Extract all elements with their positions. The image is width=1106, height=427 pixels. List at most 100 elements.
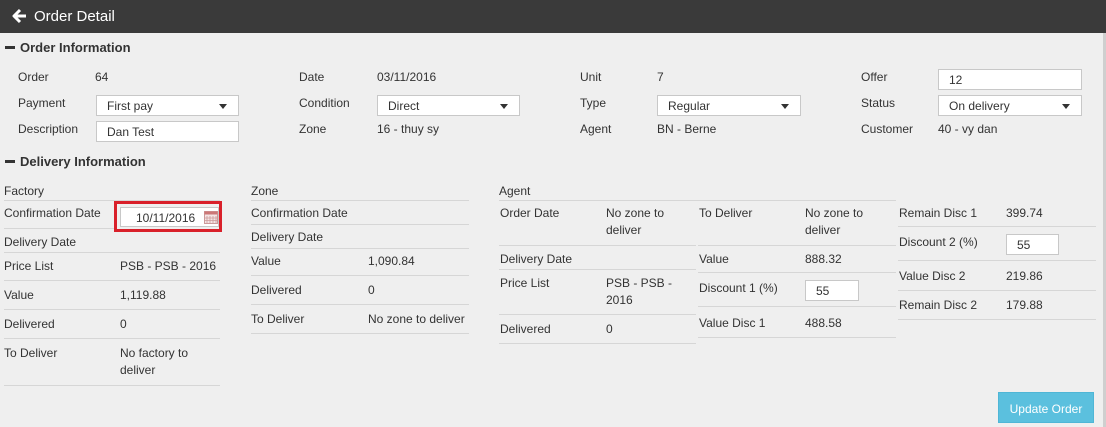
zone-delivered-label: Delivered — [251, 283, 302, 297]
agent-delivered-label: Delivered — [500, 322, 551, 336]
factory-to-deliver-label: To Deliver — [4, 346, 58, 360]
divider — [499, 269, 696, 270]
unit-value: 7 — [657, 70, 664, 84]
agent-order-date-value-line2: deliver — [606, 223, 642, 237]
status-select[interactable]: On delivery — [938, 95, 1082, 116]
agent-delivery-date-label: Delivery Date — [500, 252, 573, 266]
delivery-information-heading[interactable]: Delivery Information — [5, 154, 146, 169]
type-select[interactable]: Regular — [657, 95, 801, 116]
divider — [4, 309, 220, 310]
chevron-down-icon — [219, 104, 227, 109]
factory-price-list-label: Price List — [4, 259, 54, 273]
value-disc2-label: Value Disc 2 — [899, 269, 966, 283]
description-input[interactable]: Dan Test — [96, 121, 239, 142]
zone-confirmation-date-label: Confirmation Date — [251, 206, 348, 220]
divider — [898, 226, 1096, 227]
divider — [499, 200, 896, 201]
status-label: Status — [861, 96, 896, 110]
agent-order-date-label: Order Date — [500, 206, 560, 220]
zone-value-label: Value — [251, 254, 281, 268]
factory-to-deliver-value-line2: deliver — [120, 363, 156, 377]
chevron-down-icon — [500, 104, 508, 109]
agent-order-date-value-line1: No zone to — [606, 206, 665, 220]
agent-to-deliver-value-line2: deliver — [805, 223, 841, 237]
date-value: 03/11/2016 — [377, 70, 437, 84]
arrow-left-icon[interactable] — [12, 8, 28, 24]
divider — [698, 272, 896, 273]
value-disc1-label: Value Disc 1 — [699, 316, 766, 330]
chevron-down-icon — [781, 104, 789, 109]
divider — [251, 224, 469, 225]
divider — [499, 343, 696, 344]
divider — [251, 333, 469, 334]
agent-value: BN - Berne — [657, 122, 717, 136]
factory-to-deliver-value-line1: No factory to — [120, 346, 189, 360]
factory-value-value: 1,119.88 — [120, 288, 166, 302]
agent-label: Agent — [580, 122, 612, 136]
factory-delivered-label: Delivered — [4, 317, 55, 331]
discount2-label: Discount 2 (%) — [899, 235, 978, 249]
calendar-icon[interactable] — [204, 211, 218, 224]
zone-label: Zone — [299, 122, 327, 136]
status-selected-value: On delivery — [949, 99, 1010, 113]
order-label: Order — [18, 70, 49, 84]
remain-disc1-label: Remain Disc 1 — [899, 206, 978, 220]
header-bar: Order Detail — [0, 0, 1106, 33]
payment-selected-value: First pay — [107, 99, 154, 113]
factory-delivered-value: 0 — [120, 317, 127, 331]
factory-confirmation-date-label: Confirmation Date — [4, 206, 101, 220]
customer-label: Customer — [861, 122, 914, 136]
customer-value: 40 - vy dan — [938, 122, 998, 136]
zone-value-value: 1,090.84 — [368, 254, 415, 268]
divider — [4, 252, 220, 253]
discount1-input[interactable]: 55 — [805, 280, 859, 301]
collapse-icon — [5, 46, 15, 50]
date-label: Date — [299, 70, 325, 84]
divider — [698, 245, 896, 246]
factory-heading: Factory — [4, 184, 45, 198]
type-label: Type — [580, 96, 607, 110]
divider — [4, 228, 114, 229]
unit-label: Unit — [580, 70, 602, 84]
factory-price-list-value: PSB - PSB - 2016 — [120, 259, 217, 273]
divider — [499, 245, 696, 246]
confirmation-date-value: 10/11/2016 — [136, 211, 196, 225]
update-order-button[interactable]: Update Order — [998, 392, 1094, 423]
offer-input[interactable]: 12 — [938, 69, 1082, 90]
discount2-input[interactable]: 55 — [1006, 234, 1059, 255]
divider — [898, 319, 1096, 320]
value-disc2-value: 219.86 — [1006, 269, 1043, 283]
confirmation-date-highlight: 10/11/2016 — [114, 201, 222, 232]
agent-price-list-value-line1: PSB - PSB - — [606, 276, 673, 290]
divider — [4, 385, 220, 386]
divider — [251, 200, 469, 201]
zone-to-deliver-label: To Deliver — [251, 312, 305, 326]
agent-delivered-value: 0 — [606, 322, 613, 336]
collapse-icon — [5, 160, 15, 164]
zone-delivery-date-label: Delivery Date — [251, 230, 324, 244]
delivery-information-title: Delivery Information — [20, 154, 146, 169]
zone-to-deliver-value: No zone to deliver — [368, 312, 465, 326]
order-information-title: Order Information — [20, 40, 131, 55]
divider — [499, 314, 696, 315]
condition-select[interactable]: Direct — [377, 95, 520, 116]
agent-to-deliver-label: To Deliver — [699, 206, 753, 220]
factory-delivery-date-label: Delivery Date — [4, 235, 77, 249]
divider — [251, 304, 469, 305]
condition-selected-value: Direct — [388, 99, 420, 113]
payment-label: Payment — [18, 96, 66, 110]
divider — [898, 290, 1096, 291]
remain-disc1-value: 399.74 — [1006, 206, 1043, 220]
order-information-heading[interactable]: Order Information — [5, 40, 131, 55]
payment-select[interactable]: First pay — [96, 95, 239, 116]
remain-disc2-value: 179.88 — [1006, 298, 1043, 312]
agent-heading: Agent — [499, 184, 531, 198]
divider — [698, 306, 896, 307]
confirmation-date-picker[interactable]: 10/11/2016 — [120, 207, 219, 227]
zone-value: 16 - thuy sy — [377, 122, 440, 136]
divider — [898, 260, 1096, 261]
divider — [4, 280, 220, 281]
condition-label: Condition — [299, 96, 350, 110]
agent-to-deliver-value-line1: No zone to — [805, 206, 864, 220]
factory-value-label: Value — [4, 288, 34, 302]
